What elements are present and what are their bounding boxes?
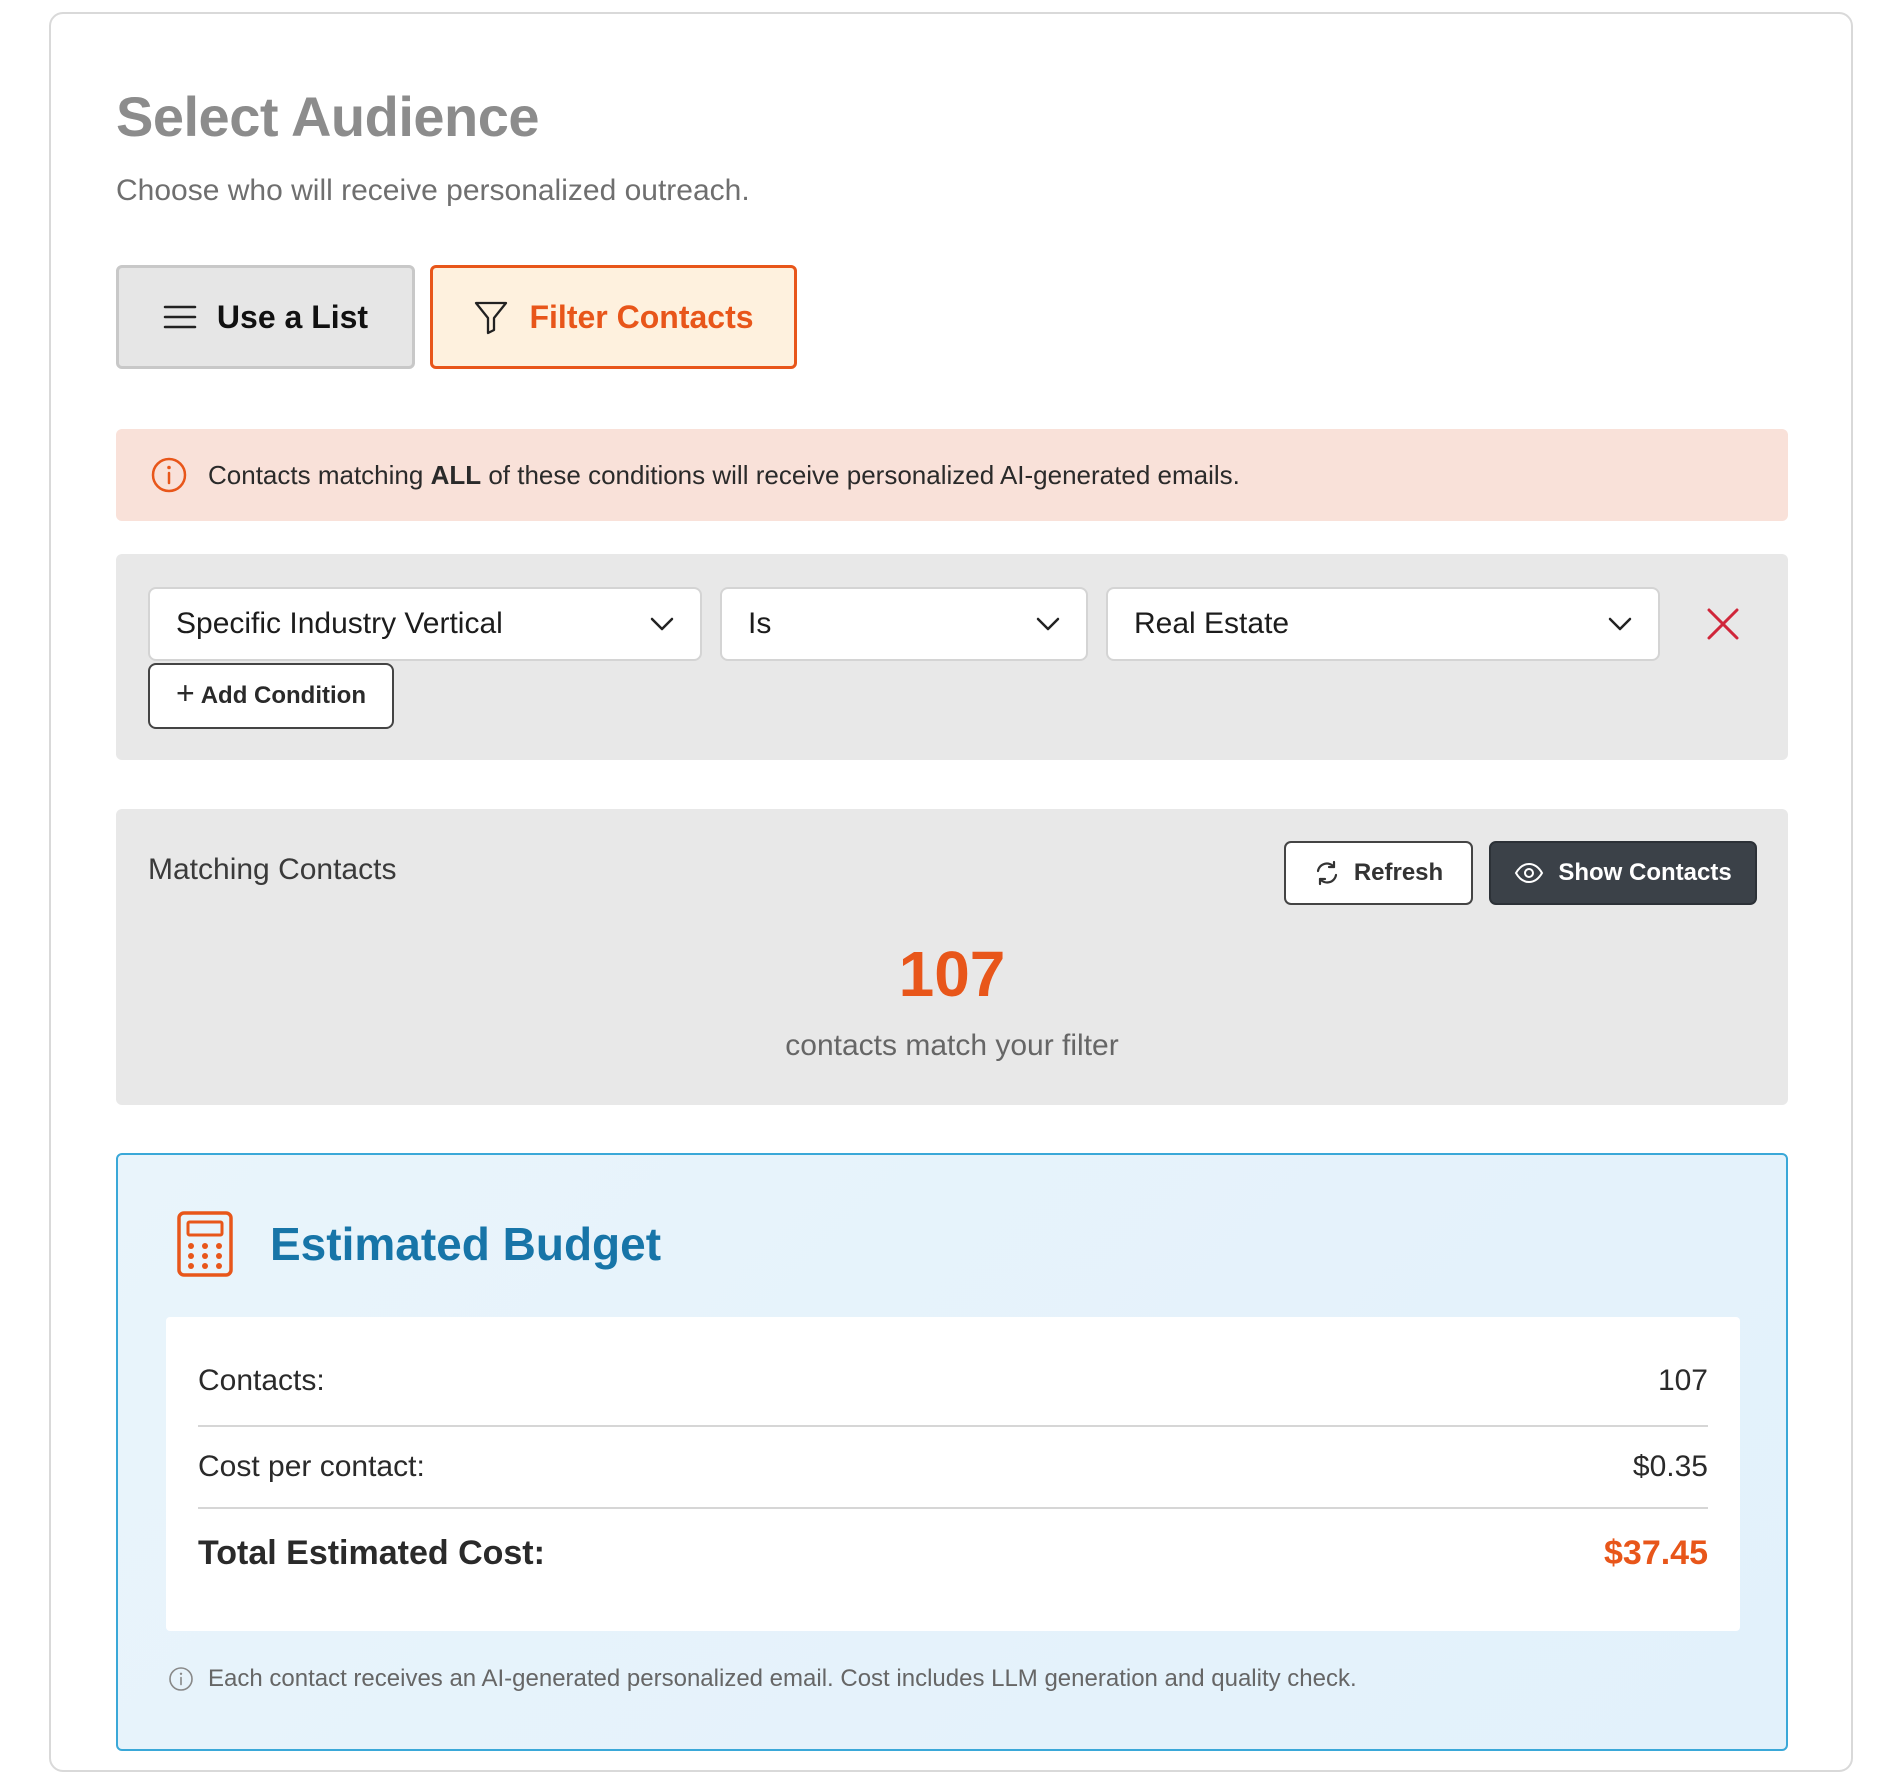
chevron-down-icon [1036, 617, 1060, 631]
budget-row-cost-per-contact: Cost per contact: $0.35 [198, 1427, 1708, 1509]
budget-title: Estimated Budget [270, 1218, 662, 1270]
add-condition-label: Add Condition [200, 682, 366, 709]
chevron-down-icon [650, 617, 674, 631]
refresh-label: Refresh [1353, 859, 1444, 886]
show-contacts-label: Show Contacts [1558, 859, 1732, 886]
audience-card: Select Audience Choose who will receive … [49, 12, 1853, 1772]
page-title: Select Audience [116, 85, 540, 148]
info-banner-text: Contacts matching ALL of these condition… [208, 460, 1240, 491]
filter-icon [475, 301, 508, 335]
menu-icon [163, 305, 197, 329]
estimated-budget-panel: Estimated Budget Contacts: 107 Cost per … [116, 1153, 1788, 1751]
info-banner-suffix: of these conditions will receive persona… [481, 459, 1240, 490]
info-banner-emphasis: ALL [430, 459, 482, 490]
condition-field-value: Specific Industry Vertical [176, 607, 503, 640]
budget-row-label: Cost per contact: [198, 1450, 425, 1483]
matching-contacts-title: Matching Contacts [148, 853, 397, 886]
budget-note: Each contact receives an AI-generated pe… [168, 1665, 1357, 1693]
eye-icon [1515, 862, 1544, 884]
refresh-icon [1316, 860, 1337, 886]
calculator-icon [177, 1211, 233, 1277]
budget-note-text: Each contact receives an AI-generated pe… [208, 1665, 1357, 1692]
conditions-info-banner: Contacts matching ALL of these condition… [116, 429, 1788, 521]
show-contacts-button[interactable]: Show Contacts [1489, 841, 1757, 905]
plus-icon: + [176, 674, 195, 711]
condition-value-select[interactable]: Real Estate [1106, 587, 1660, 661]
add-condition-button[interactable]: + Add Condition [148, 663, 394, 729]
budget-total-value: $37.45 [1604, 1533, 1708, 1572]
budget-row-value: $0.35 [1632, 1450, 1708, 1483]
matching-count: 107 [898, 938, 1006, 1010]
filter-contacts-label: Filter Contacts [529, 298, 754, 335]
matching-contacts-panel: Matching Contacts Refresh Show Contacts … [116, 809, 1788, 1105]
matching-caption: contacts match your filter [785, 1029, 1119, 1062]
condition-operator-select[interactable]: Is [720, 587, 1088, 661]
use-list-button[interactable]: Use a List [116, 265, 415, 369]
budget-row-label: Contacts: [198, 1364, 325, 1397]
budget-table: Contacts: 107 Cost per contact: $0.35 To… [166, 1317, 1740, 1631]
page-subtitle: Choose who will receive personalized out… [116, 174, 750, 207]
chevron-down-icon [1608, 617, 1632, 631]
condition-field-select[interactable]: Specific Industry Vertical [148, 587, 702, 661]
budget-row-total: Total Estimated Cost: $37.45 [198, 1509, 1708, 1597]
info-icon [151, 457, 187, 493]
remove-condition-icon[interactable] [1701, 602, 1745, 646]
budget-row-label: Total Estimated Cost: [198, 1533, 545, 1572]
info-icon [169, 1667, 193, 1691]
filter-contacts-button[interactable]: Filter Contacts [430, 265, 797, 369]
refresh-button[interactable]: Refresh [1284, 841, 1473, 905]
info-banner-prefix: Contacts matching [208, 459, 431, 490]
use-list-label: Use a List [216, 298, 369, 335]
condition-operator-value: Is [748, 607, 772, 640]
condition-value-value: Real Estate [1134, 607, 1290, 640]
budget-row-contacts: Contacts: 107 [198, 1317, 1708, 1427]
conditions-panel: Specific Industry Vertical Is Real Estat… [116, 554, 1788, 760]
budget-row-value: 107 [1657, 1364, 1708, 1397]
